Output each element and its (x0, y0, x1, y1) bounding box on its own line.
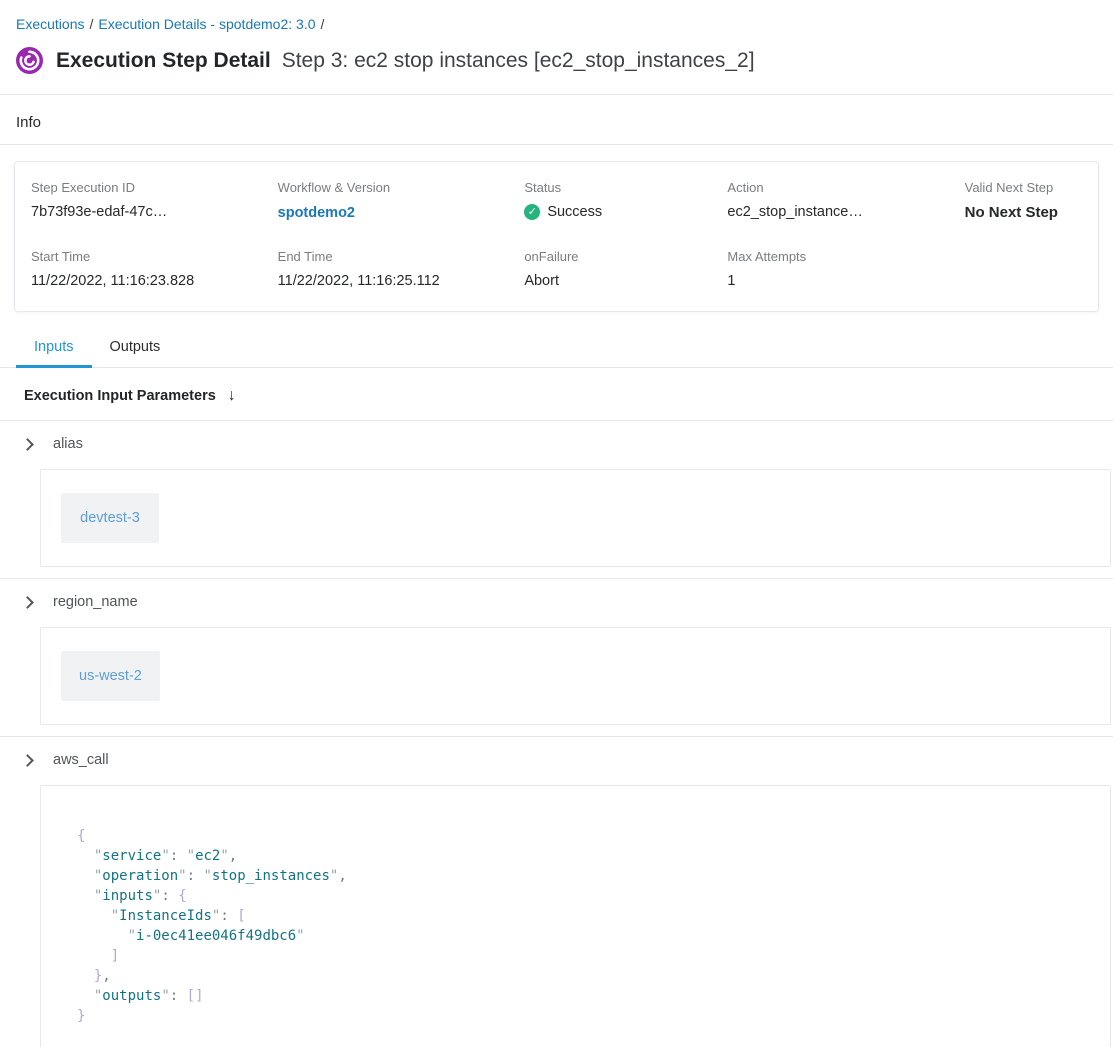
collapse-all-arrow-icon[interactable]: ↓ (228, 387, 236, 405)
field-label: Status (524, 180, 717, 195)
section-toggle-region-name[interactable]: region_name (0, 579, 1113, 624)
field-status: Status ✓ Success (524, 180, 717, 222)
field-value: No Next Step (965, 204, 1082, 221)
chevron-right-icon[interactable] (21, 438, 34, 451)
field-label: Step Execution ID (31, 180, 268, 195)
workflow-link[interactable]: spotdemo2 (278, 205, 355, 221)
field-label: Max Attempts (727, 249, 954, 264)
chevron-right-icon[interactable] (21, 754, 34, 767)
field-step-execution-id: Step Execution ID 7b73f93e-edaf-47c… (31, 180, 268, 222)
field-action: Action ec2_stop_instance… (727, 180, 954, 222)
field-onfailure: onFailure Abort (524, 249, 717, 289)
field-label: End Time (278, 249, 515, 264)
section-panel-alias: devtest-3 (40, 469, 1111, 567)
field-label: Workflow & Version (278, 180, 515, 195)
chevron-right-icon[interactable] (21, 596, 34, 609)
status-badge: ✓ Success (524, 204, 717, 220)
field-end-time: End Time 11/22/2022, 11:16:25.112 (278, 249, 515, 289)
field-workflow-version: Workflow & Version spotdemo2 (278, 180, 515, 222)
app-logo-icon (16, 47, 43, 74)
page-title-step: Step 3: ec2 stop instances [ec2_stop_ins… (282, 49, 755, 73)
value-chip-region-name: us-west-2 (61, 651, 160, 701)
breadcrumb-separator: / (89, 16, 93, 32)
params-title: Execution Input Parameters (24, 388, 216, 404)
param-section-region-name: region_name us-west-2 (0, 579, 1113, 737)
field-value: ec2_stop_instance… (727, 204, 954, 220)
field-label: Start Time (31, 249, 268, 264)
param-section-aws-call: aws_call { "service": "ec2", "operation"… (0, 737, 1113, 1047)
breadcrumb-separator: / (321, 16, 325, 32)
field-value: 11/22/2022, 11:16:23.828 (31, 273, 268, 289)
section-name: aws_call (53, 752, 109, 768)
section-name: region_name (53, 594, 138, 610)
status-text: Success (547, 204, 602, 220)
section-toggle-alias[interactable]: alias (0, 421, 1113, 466)
value-chip-alias: devtest-3 (61, 493, 159, 543)
field-value: 11/22/2022, 11:16:25.112 (278, 273, 515, 289)
page-title: Execution Step Detail Step 3: ec2 stop i… (56, 49, 755, 73)
param-section-alias: alias devtest-3 (0, 421, 1113, 579)
field-start-time: Start Time 11/22/2022, 11:16:23.828 (31, 249, 268, 289)
success-check-icon: ✓ (524, 204, 540, 220)
page-title-main: Execution Step Detail (56, 49, 271, 73)
section-toggle-aws-call[interactable]: aws_call (0, 737, 1113, 782)
field-value: 7b73f93e-edaf-47c… (31, 204, 268, 220)
field-value: 1 (727, 273, 954, 289)
field-max-attempts: Max Attempts 1 (727, 249, 954, 289)
json-code: { "service": "ec2", "operation": "stop_i… (77, 826, 1090, 1026)
field-value: Abort (524, 273, 717, 289)
field-label: Action (727, 180, 954, 195)
section-panel-aws-call: { "service": "ec2", "operation": "stop_i… (40, 785, 1111, 1047)
tab-outputs[interactable]: Outputs (92, 328, 179, 368)
field-valid-next-step: Valid Next Step No Next Step (965, 180, 1082, 222)
divider (0, 144, 1113, 145)
params-header: Execution Input Parameters ↓ (0, 368, 1113, 420)
breadcrumb-link-executions[interactable]: Executions (16, 16, 84, 32)
io-tabs: Inputs Outputs (0, 328, 1113, 368)
tab-inputs[interactable]: Inputs (16, 328, 92, 368)
info-grid: Step Execution ID 7b73f93e-edaf-47c… Wor… (31, 180, 1082, 289)
breadcrumb-link-execution-details[interactable]: Execution Details - spotdemo2: 3.0 (98, 16, 315, 32)
info-section-title: Info (0, 95, 1113, 144)
field-label: onFailure (524, 249, 717, 264)
page-header: Execution Step Detail Step 3: ec2 stop i… (0, 32, 1113, 94)
section-name: alias (53, 436, 83, 452)
field-label: Valid Next Step (965, 180, 1082, 195)
section-panel-region-name: us-west-2 (40, 627, 1111, 725)
step-info-card: Step Execution ID 7b73f93e-edaf-47c… Wor… (14, 161, 1099, 312)
breadcrumb: Executions / Execution Details - spotdemo2… (0, 0, 1113, 32)
